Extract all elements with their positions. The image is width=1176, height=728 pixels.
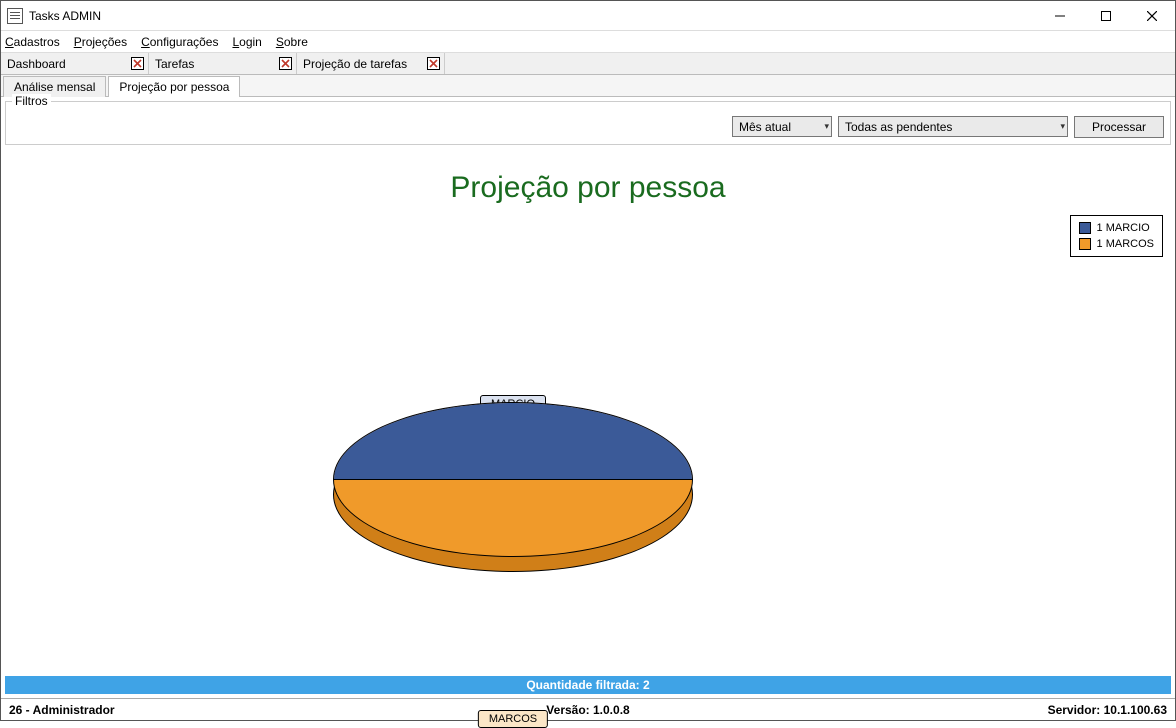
status-select[interactable]: Todas as pendentes ▾: [838, 116, 1068, 137]
subtab-projecao-pessoa[interactable]: Projeção por pessoa: [108, 76, 240, 97]
mdi-tab-label: Dashboard: [7, 57, 66, 71]
menubar: Cadastros Projeções Configurações Login …: [1, 31, 1175, 53]
status-user: 26 - Administrador: [9, 703, 395, 717]
mdi-close-icon[interactable]: [279, 57, 292, 70]
mdi-close-icon[interactable]: [427, 57, 440, 70]
legend-swatch: [1079, 238, 1091, 250]
process-button[interactable]: Processar: [1074, 116, 1164, 138]
summary-bar: Quantidade filtrada: 2: [5, 676, 1171, 694]
menu-cadastros[interactable]: Cadastros: [5, 35, 60, 49]
summary-text: Quantidade filtrada: 2: [526, 678, 649, 692]
statusbar: 26 - Administrador Versão: 1.0.0.8 Servi…: [1, 698, 1175, 720]
legend-swatch: [1079, 222, 1091, 234]
content: Filtros Mês atual ▾ Todas as pendentes ▾…: [1, 97, 1175, 698]
legend-label: 1 MARCIO: [1097, 220, 1150, 236]
chart-legend: 1 MARCIO 1 MARCOS: [1070, 215, 1163, 257]
chart-title: Projeção por pessoa: [3, 171, 1173, 205]
maximize-button[interactable]: [1083, 1, 1129, 31]
menu-configuracoes[interactable]: Configurações: [141, 35, 218, 49]
titlebar: Tasks ADMIN: [1, 1, 1175, 31]
legend-label: 1 MARCOS: [1097, 236, 1154, 252]
status-server: Servidor: 10.1.100.63: [781, 703, 1167, 717]
subtab-label: Projeção por pessoa: [119, 80, 229, 94]
pie-slice-marcio: [334, 403, 692, 480]
menu-projecoes[interactable]: Projeções: [74, 35, 127, 49]
menu-sobre[interactable]: Sobre: [276, 35, 308, 49]
slice-label-marcos: MARCOS: [478, 710, 548, 728]
mdi-tab-projecao[interactable]: Projeção de tarefas: [297, 53, 445, 74]
month-select[interactable]: Mês atual ▾: [732, 116, 832, 137]
chevron-down-icon: ▾: [824, 121, 829, 132]
mdi-close-icon[interactable]: [131, 57, 144, 70]
chevron-down-icon: ▾: [1060, 121, 1065, 132]
chart-area: Projeção por pessoa 1 MARCIO 1 MARCOS MA…: [3, 147, 1173, 676]
subtab-label: Análise mensal: [14, 80, 95, 94]
pie-top: [333, 402, 693, 557]
minimize-button[interactable]: [1037, 1, 1083, 31]
legend-item-marcio: 1 MARCIO: [1079, 220, 1154, 236]
pie-chart: MARCIO MARCOS: [333, 287, 693, 577]
app-icon: [7, 8, 23, 24]
month-select-value: Mês atual: [739, 120, 791, 134]
close-button[interactable]: [1129, 1, 1175, 31]
legend-item-marcos: 1 MARCOS: [1079, 236, 1154, 252]
mdi-tabs: Dashboard Tarefas Projeção de tarefas: [1, 53, 1175, 75]
window-title: Tasks ADMIN: [29, 9, 101, 23]
status-version: Versão: 1.0.0.8: [395, 703, 781, 717]
filters-group: Filtros Mês atual ▾ Todas as pendentes ▾…: [5, 101, 1171, 145]
mdi-tab-tarefas[interactable]: Tarefas: [149, 53, 297, 74]
subtabs: Análise mensal Projeção por pessoa: [1, 75, 1175, 97]
menu-login[interactable]: Login: [232, 35, 261, 49]
mdi-tab-label: Projeção de tarefas: [303, 57, 407, 71]
mdi-tab-dashboard[interactable]: Dashboard: [1, 53, 149, 74]
status-select-value: Todas as pendentes: [845, 120, 952, 134]
process-button-label: Processar: [1092, 120, 1146, 134]
mdi-tab-label: Tarefas: [155, 57, 194, 71]
filters-group-label: Filtros: [12, 94, 51, 108]
